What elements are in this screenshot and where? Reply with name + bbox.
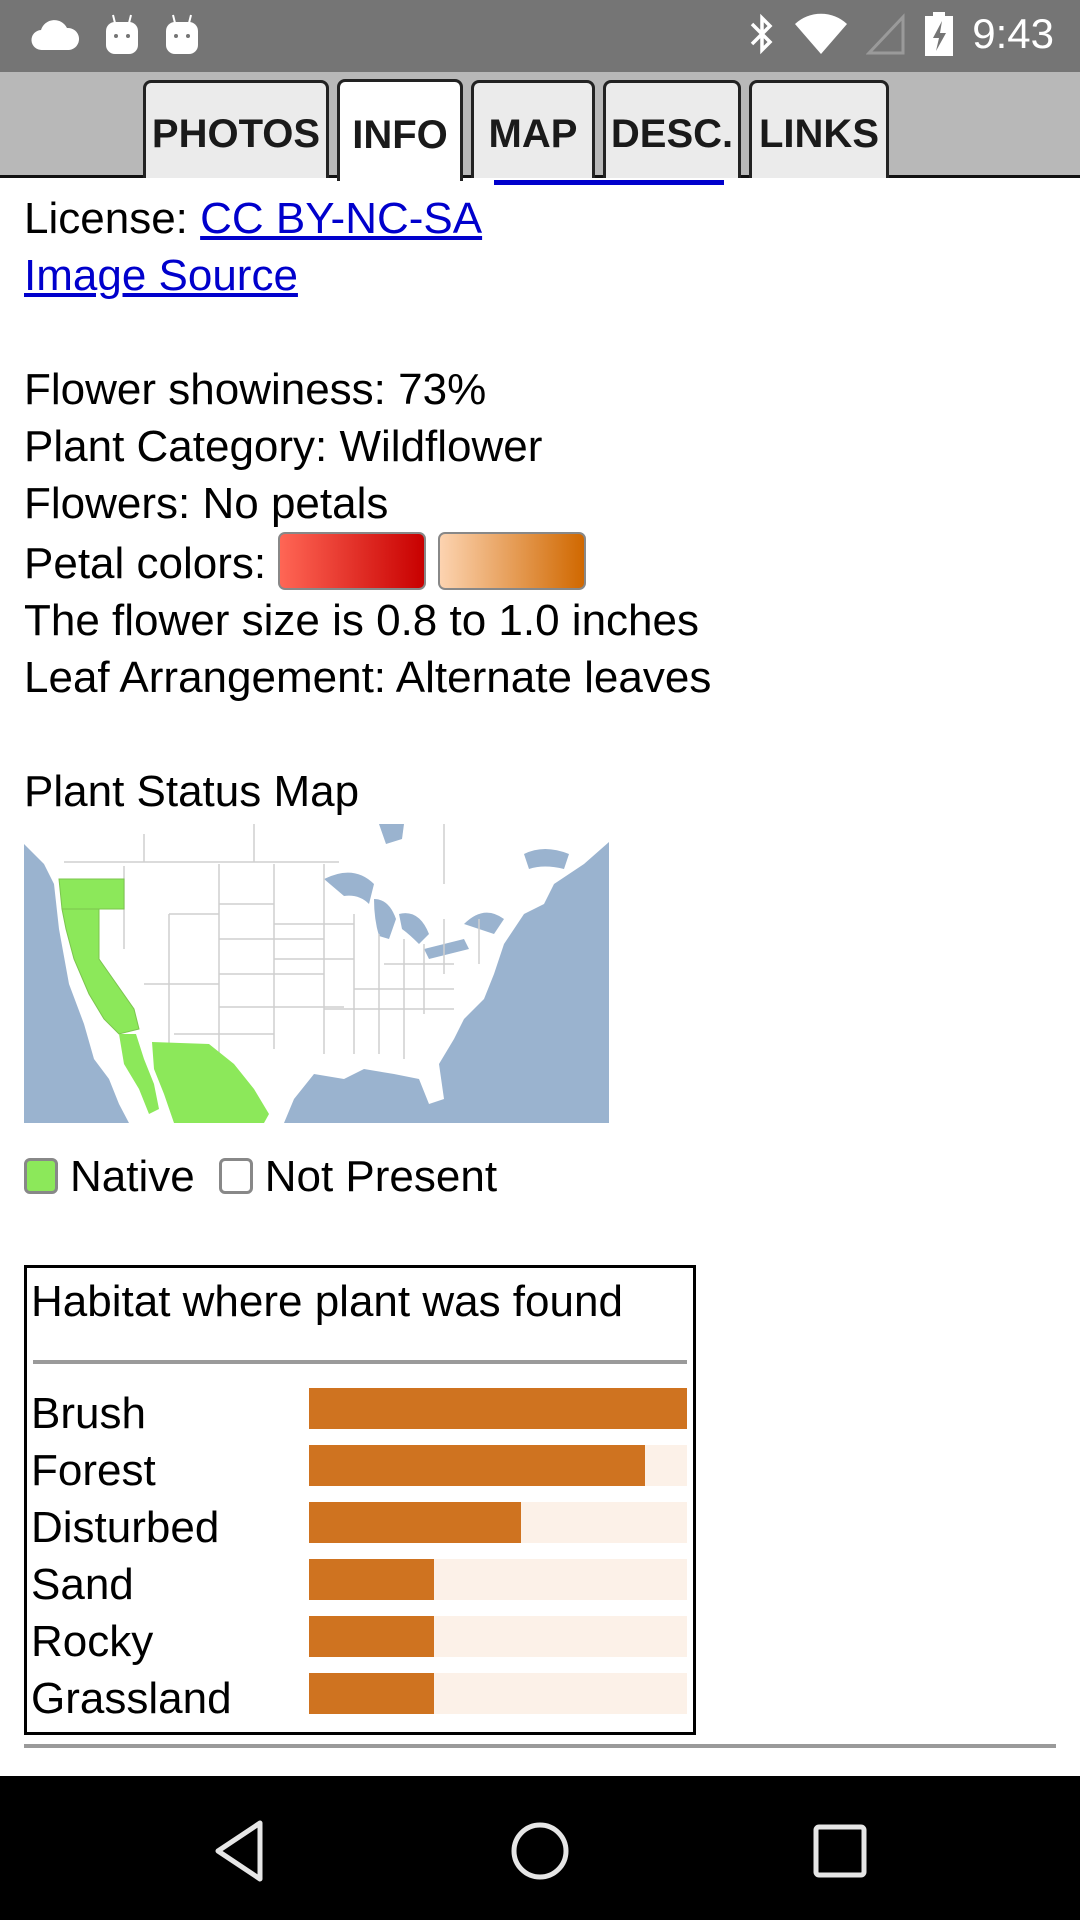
habitat-bar-track (309, 1445, 687, 1486)
habitat-bar-fill (309, 1445, 646, 1486)
flower-showiness: Flower showiness: 73% (24, 365, 487, 414)
back-button[interactable] (200, 1816, 280, 1886)
clipped-previous-line (24, 180, 1064, 190)
license-link[interactable]: CC BY-NC-SA (200, 194, 482, 243)
navigation-bar (0, 1776, 1080, 1920)
tab-map[interactable]: MAP (471, 80, 595, 178)
not-present-legend-label: Not Present (264, 1151, 498, 1201)
flower-size: The flower size is 0.8 to 1.0 inches (24, 596, 699, 645)
status-bar: 9:43 (0, 0, 1080, 72)
tab-photos[interactable]: PHOTOS (143, 80, 329, 178)
petal-color-swatch-orange (438, 532, 587, 590)
leaf-arrangement: Leaf Arrangement: Alternate leaves (24, 653, 712, 702)
recents-button[interactable] (800, 1816, 880, 1886)
petal-colors-label: Petal colors: (24, 539, 267, 588)
info-content: License: CC BY-NC-SA Image Source Flower… (24, 180, 1064, 1735)
home-icon (511, 1822, 569, 1880)
habitat-bar-fill (309, 1616, 434, 1657)
tab-links[interactable]: LINKS (749, 80, 889, 178)
habitat-chart: Habitat where plant was found Brush Fores… (24, 1265, 696, 1735)
habitat-bar-fill (309, 1673, 434, 1714)
battery-charging-icon (925, 12, 954, 56)
habitat-bar-track (309, 1502, 687, 1543)
petal-colors-row: Petal colors: (24, 532, 1064, 592)
cloud-icon (31, 20, 80, 51)
back-icon (215, 1820, 263, 1882)
status-time: 9:43 (972, 10, 1054, 57)
petal-color-swatch-red (278, 532, 427, 590)
map-legend: Native Not Present (24, 1147, 1064, 1205)
native-legend-swatch (24, 1158, 58, 1194)
habitat-bar-track (309, 1559, 687, 1600)
habitat-row: Forest (31, 1437, 689, 1495)
section-divider (24, 1744, 1056, 1748)
wifi-icon (795, 13, 848, 54)
habitat-label: Grassland (31, 1674, 232, 1723)
not-present-legend-swatch (218, 1158, 253, 1194)
habitat-row: Grassland (31, 1665, 689, 1723)
native-legend-label: Native (70, 1151, 195, 1201)
habitat-bar-track (309, 1616, 687, 1657)
habitat-row: Rocky (31, 1608, 689, 1666)
habitat-bar-fill (309, 1502, 521, 1543)
android-icon (166, 14, 198, 54)
tab-bar: PHOTOS INFO MAP DESC. LINKS (0, 72, 1080, 181)
habitat-row: Brush (31, 1380, 689, 1438)
home-button[interactable] (500, 1816, 580, 1886)
cell-signal-icon (866, 13, 905, 55)
recents-icon (813, 1824, 867, 1878)
habitat-divider (33, 1360, 687, 1364)
habitat-bar-track (309, 1388, 687, 1429)
bluetooth-icon (751, 13, 773, 55)
habitat-row: Disturbed (31, 1494, 689, 1552)
habitat-bar-track (309, 1673, 687, 1714)
status-map-title: Plant Status Map (24, 767, 360, 816)
image-source-link[interactable]: Image Source (24, 251, 298, 300)
tab-info[interactable]: INFO (337, 79, 463, 181)
plant-status-map[interactable] (24, 824, 609, 1123)
habitat-bar-fill (309, 1388, 687, 1429)
license-row: License: CC BY-NC-SA (24, 190, 1064, 247)
plant-category: Plant Category: Wildflower (24, 422, 543, 471)
flowers-type: Flowers: No petals (24, 479, 389, 528)
habitat-row: Sand (31, 1551, 689, 1609)
android-icon (106, 14, 138, 54)
tab-desc[interactable]: DESC. (603, 80, 741, 178)
habitat-title: Habitat where plant was found (31, 1277, 623, 1326)
license-label: License: (24, 194, 201, 243)
habitat-bar-fill (309, 1559, 434, 1600)
